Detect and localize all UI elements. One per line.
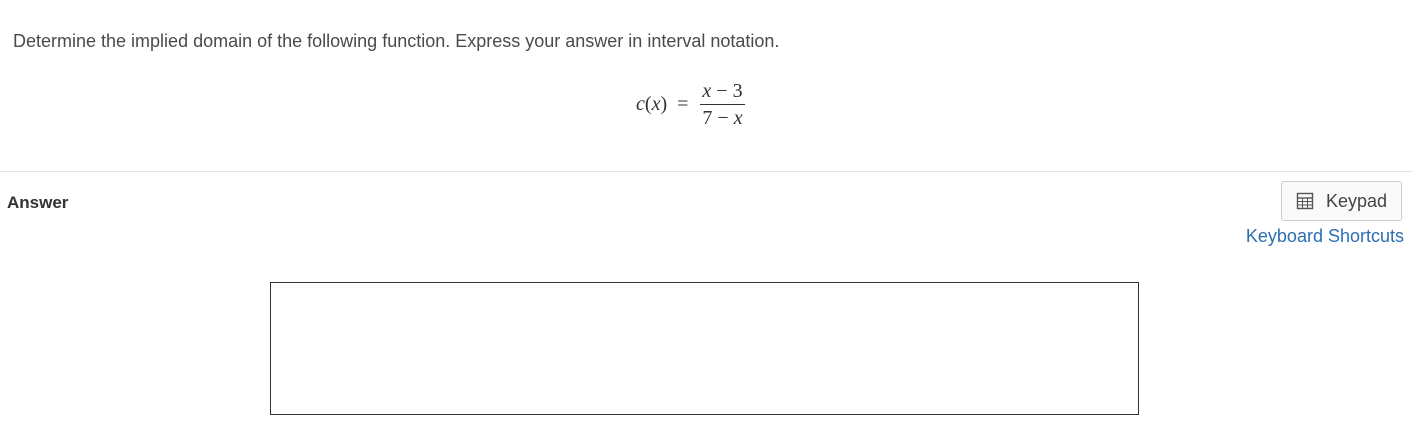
function-equation: c(x) = x − 3 7 − x <box>636 78 745 130</box>
function-name: c <box>636 92 645 115</box>
keyboard-shortcuts-link[interactable]: Keyboard Shortcuts <box>1246 226 1404 247</box>
function-variable: x <box>651 92 661 115</box>
calculator-icon <box>1296 192 1314 210</box>
question-prompt: Determine the implied domain of the foll… <box>13 31 780 51</box>
fraction: x − 3 7 − x <box>700 79 745 129</box>
answer-label: Answer <box>7 193 69 212</box>
keypad-button[interactable]: Keypad <box>1281 181 1402 221</box>
answer-input[interactable] <box>270 282 1139 415</box>
fraction-denominator: 7 − x <box>702 106 743 129</box>
keypad-label: Keypad <box>1325 190 1388 211</box>
fraction-numerator: x − 3 <box>702 79 743 102</box>
equation-lhs: c(x) <box>636 92 668 115</box>
section-divider <box>0 171 1413 172</box>
fraction-bar <box>700 103 745 105</box>
equals-sign: = <box>677 92 689 115</box>
